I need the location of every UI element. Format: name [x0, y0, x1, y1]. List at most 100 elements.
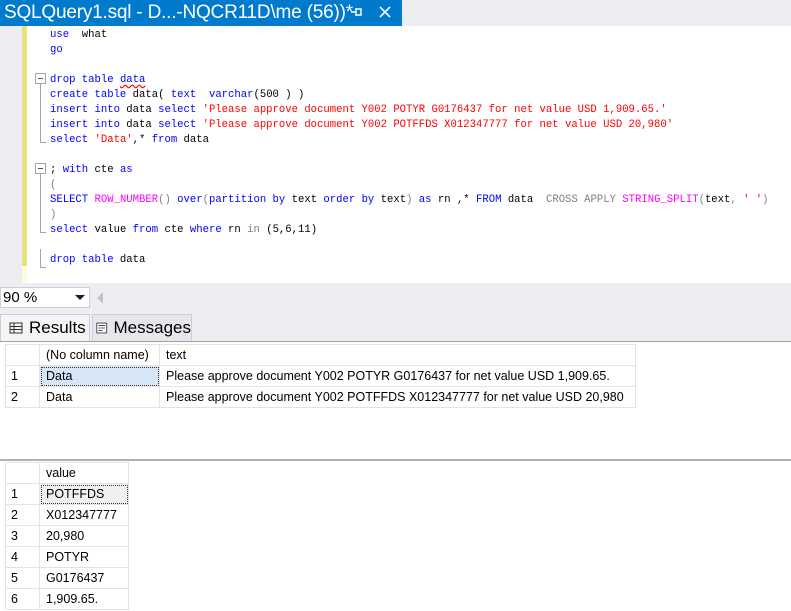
query-editor[interactable]: use what go drop table data create table da… — [0, 26, 791, 283]
table-cell[interactable]: 1,909.65. — [39, 588, 129, 610]
code-token: insert into — [50, 104, 120, 116]
column-header[interactable]: value — [39, 462, 129, 484]
table-row[interactable]: 4 POTYR — [5, 546, 129, 568]
tab-messages-label: Messages — [113, 318, 191, 337]
column-header[interactable]: text — [159, 344, 636, 366]
code-line[interactable]: create table data( text varchar(500 ) ) — [50, 88, 304, 103]
row-number[interactable]: 6 — [5, 588, 40, 610]
row-header-corner[interactable] — [5, 344, 40, 366]
code-token: where — [189, 224, 222, 236]
result-grid-1[interactable]: (No column name) text 1 Data Please appr… — [5, 344, 636, 408]
code-line[interactable]: insert into data select 'Please approve … — [50, 118, 673, 133]
code-token: as — [412, 194, 432, 206]
code-line[interactable]: insert into data select 'Please approve … — [50, 103, 667, 118]
code-token: what — [81, 29, 108, 41]
code-line[interactable]: go — [50, 43, 63, 58]
table-cell[interactable]: Please approve document Y002 POTYR G0176… — [159, 365, 636, 387]
code-token: drop table — [50, 254, 114, 266]
table-row[interactable]: 1 Data Please approve document Y002 POTY… — [5, 365, 636, 387]
row-number[interactable]: 4 — [5, 546, 40, 568]
chevron-down-icon[interactable] — [75, 295, 85, 300]
row-number[interactable]: 2 — [5, 386, 40, 408]
code-token: data — [113, 254, 146, 266]
tab-results[interactable]: Results — [0, 314, 90, 341]
table-cell[interactable]: X012347777 — [39, 504, 129, 526]
pin-icon[interactable] — [348, 4, 364, 20]
row-number[interactable]: 5 — [5, 567, 40, 589]
row-header-corner[interactable] — [5, 462, 40, 484]
code-token: (5,6,11) — [259, 224, 318, 236]
column-header[interactable]: (No column name) — [39, 344, 160, 366]
table-cell[interactable]: Data — [39, 365, 160, 387]
table-cell[interactable]: POTFFDS — [39, 483, 129, 505]
code-token: * — [139, 134, 152, 146]
table-cell[interactable]: 20,980 — [39, 525, 129, 547]
result-grid-2-pane: value 1 POTFFDS 2 X012347777 3 20,980 4 … — [0, 459, 791, 611]
code-token: select — [50, 134, 89, 146]
code-line[interactable]: ( — [50, 178, 56, 193]
code-token: rn ,* — [431, 194, 477, 206]
result-tabs: Results Messages — [0, 311, 791, 341]
code-line[interactable]: SELECT ROW_NUMBER() over(partition by te… — [50, 193, 769, 208]
code-line[interactable]: drop table data — [50, 253, 145, 268]
code-line[interactable]: drop table data — [50, 73, 145, 88]
code-token: 'Data' — [88, 134, 133, 146]
code-token: drop table — [50, 74, 120, 86]
row-number[interactable]: 1 — [5, 483, 40, 505]
table-row[interactable]: 5 G0176437 — [5, 567, 129, 589]
code-token: partition by — [208, 194, 286, 206]
document-tab[interactable]: SQLQuery1.sql - D...-NQCR11D\me (56))* — [0, 0, 402, 26]
code-token: in — [247, 224, 260, 236]
code-line[interactable]: select value from cte where rn in (5,6,1… — [50, 223, 317, 238]
code-token: ) — [762, 194, 769, 206]
outline-line — [40, 174, 41, 232]
table-row[interactable]: 6 1,909.65. — [5, 588, 129, 610]
table-row[interactable]: 2 X012347777 — [5, 504, 129, 526]
table-cell[interactable]: Please approve document Y002 POTFFDS X01… — [159, 386, 636, 408]
table-cell[interactable]: POTYR — [39, 546, 129, 568]
collapse-toggle-drop-table[interactable] — [35, 73, 46, 84]
grid-header-row: value — [5, 462, 129, 484]
editor-status-strip: 90 % — [0, 283, 791, 311]
tab-messages[interactable]: Messages — [92, 314, 192, 341]
row-number[interactable]: 3 — [5, 525, 40, 547]
table-row[interactable]: 1 POTFFDS — [5, 483, 129, 505]
code-line[interactable]: use what — [50, 28, 107, 43]
result-grid-2[interactable]: value 1 POTFFDS 2 X012347777 3 20,980 4 … — [5, 462, 129, 610]
outline-end — [40, 232, 46, 233]
code-token: ' ' — [736, 194, 763, 206]
table-row[interactable]: 2 Data Please approve document Y002 POTF… — [5, 386, 636, 408]
code-token: text — [170, 89, 197, 101]
code-token: STRING_SPLIT — [615, 194, 699, 206]
code-token: text — [285, 194, 324, 206]
close-icon[interactable] — [378, 5, 392, 19]
row-number[interactable]: 2 — [5, 504, 40, 526]
code-token: text — [704, 194, 731, 206]
zoom-dropdown[interactable]: 90 % — [0, 287, 90, 308]
code-token: order by — [323, 194, 375, 206]
code-token: 'Please approve document Y002 POTYR G017… — [196, 104, 667, 116]
tab-results-label: Results — [29, 318, 86, 337]
code-token: insert into — [50, 119, 120, 131]
code-token: ) — [50, 209, 57, 221]
code-token: ) ) — [278, 89, 305, 101]
document-tab-bar: SQLQuery1.sql - D...-NQCR11D\me (56))* — [0, 0, 791, 26]
table-cell[interactable]: G0176437 — [39, 567, 129, 589]
code-token: create table — [50, 89, 127, 101]
table-cell[interactable]: Data — [39, 386, 160, 408]
code-line[interactable]: ) — [50, 208, 56, 223]
code-token: data — [119, 119, 159, 131]
collapse-toggle-cte[interactable] — [35, 163, 46, 174]
code-token: select — [50, 224, 89, 236]
code-line[interactable]: ; with cte as — [50, 163, 133, 178]
code-line[interactable]: select 'Data',* from data — [50, 133, 209, 148]
row-number[interactable]: 1 — [5, 365, 40, 387]
scroll-left-icon[interactable] — [97, 292, 103, 304]
table-row[interactable]: 3 20,980 — [5, 525, 129, 547]
code-token: as — [119, 164, 133, 176]
code-token: data — [501, 194, 546, 206]
code-token: value — [88, 224, 133, 236]
code-token: varchar — [208, 89, 254, 101]
